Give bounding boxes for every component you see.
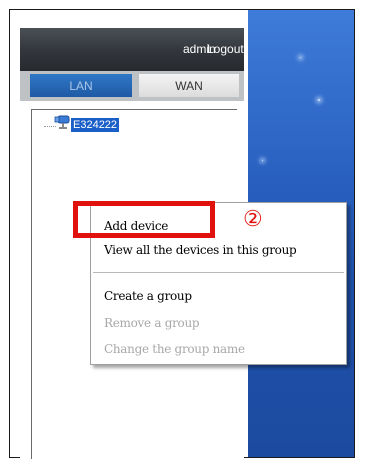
- menu-item-view-all-devices[interactable]: View all the devices in this group: [104, 243, 297, 257]
- background-sparkle: [318, 99, 320, 101]
- menu-item-change-group-name: Change the group name: [104, 342, 245, 356]
- tab-lan[interactable]: LAN: [30, 74, 132, 97]
- menu-separator: [93, 272, 344, 273]
- annotation-step-number: ②: [243, 207, 263, 232]
- menu-item-create-group[interactable]: Create a group: [104, 289, 192, 303]
- tab-wan[interactable]: WAN: [139, 74, 239, 97]
- background-sparkle: [262, 160, 263, 161]
- tree-item-device[interactable]: E324222: [71, 118, 120, 132]
- background-sparkle: [300, 57, 301, 58]
- camera-icon: [54, 115, 70, 129]
- logout-link[interactable]: Logout: [207, 42, 244, 56]
- menu-item-remove-group: Remove a group: [104, 316, 200, 330]
- annotation-highlight-box: [73, 201, 215, 238]
